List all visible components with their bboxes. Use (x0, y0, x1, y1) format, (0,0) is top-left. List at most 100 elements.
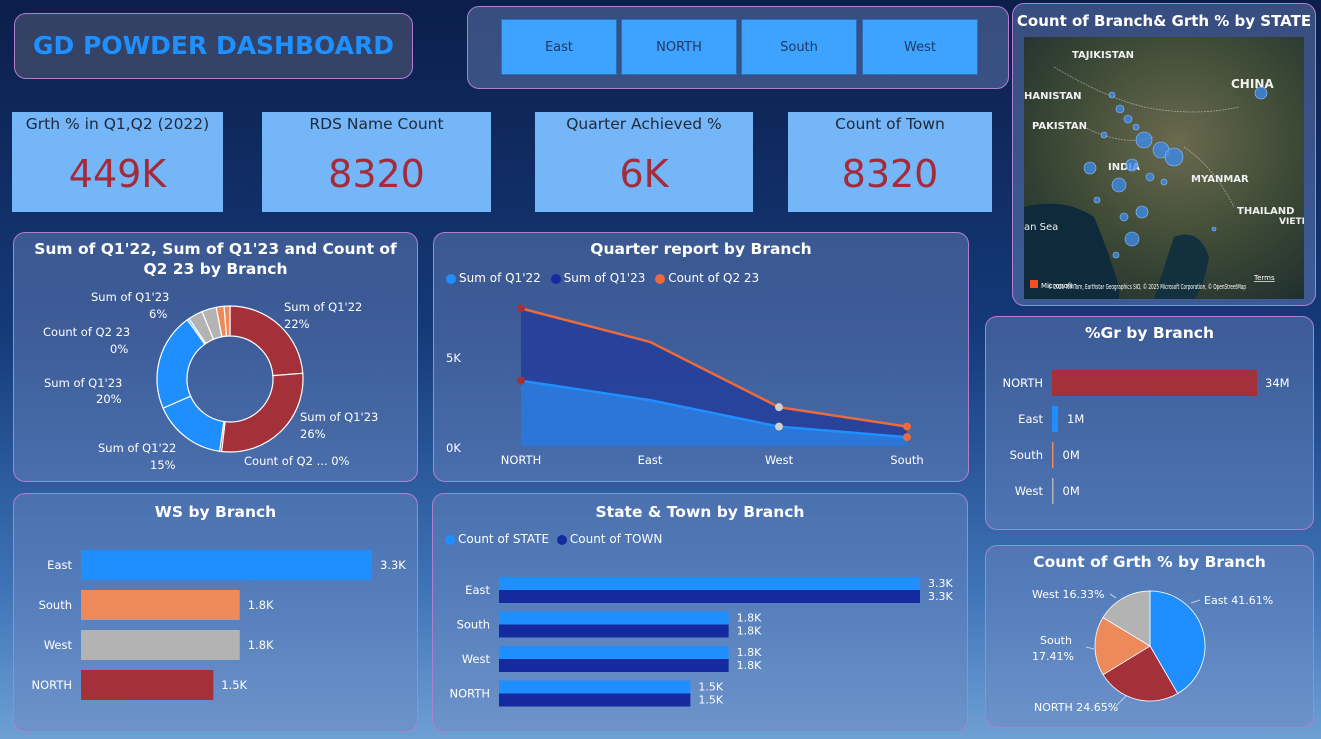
x-tick-label: East (638, 453, 663, 467)
value-label: 3.3K (380, 558, 406, 572)
map-title: Count of Branch& Grth % by STATE (1016, 12, 1312, 30)
category-label: NORTH (1003, 376, 1043, 390)
kpi-quarter-label: Quarter Achieved % (566, 115, 722, 133)
bar[interactable] (81, 670, 214, 700)
map-terms-link[interactable]: Terms (1253, 274, 1275, 282)
map-bubble[interactable] (1135, 131, 1153, 149)
map-label-afghanistan: HANISTAN (1024, 91, 1082, 102)
bar[interactable] (81, 630, 240, 660)
data-point[interactable] (517, 376, 525, 385)
quarter-panel: Quarter report by Branch Sum of Q1'22 Su… (433, 232, 969, 482)
kpi-rds-card: RDS Name Count 8320 (262, 112, 491, 212)
map-bubble[interactable] (1100, 131, 1108, 139)
donut-label: 15% (150, 458, 176, 472)
data-point[interactable] (775, 422, 783, 431)
donut-label: Sum of Q1'22 (284, 300, 362, 314)
bar[interactable] (1052, 442, 1054, 468)
map-label-vietnam: VIETN (1279, 217, 1304, 227)
map-bubble[interactable] (1160, 178, 1168, 186)
donut-label: 22% (284, 317, 310, 331)
map-label-tajikistan: TAJIKISTAN (1072, 50, 1134, 61)
slicer-west-button[interactable]: West (862, 19, 978, 75)
value-label: 1M (1067, 412, 1084, 426)
value-label: 34M (1265, 376, 1290, 390)
y-tick-label: 5K (446, 351, 461, 365)
map-bubble[interactable] (1211, 226, 1217, 232)
slicer-south-button[interactable]: South (741, 19, 857, 75)
data-point[interactable] (517, 304, 525, 313)
donut-label: 0% (110, 342, 128, 356)
map-bubble[interactable] (1123, 114, 1133, 124)
kpi-rds-label: RDS Name Count (309, 115, 444, 133)
value-label: 0M (1063, 448, 1080, 462)
map-label-pakistan: PAKISTAN (1032, 121, 1087, 132)
bar[interactable] (499, 611, 729, 625)
map-label-myanmar: MYANMAR (1191, 174, 1249, 185)
quarter-area-chart: 5K 0K NORTH East West South (446, 304, 924, 467)
bar[interactable] (499, 646, 729, 659)
map-bubble[interactable] (1083, 161, 1097, 175)
leader-line (1085, 646, 1095, 650)
slicer-north-button[interactable]: NORTH (621, 19, 737, 75)
donut-label: 20% (96, 392, 122, 406)
value-label: 0M (1063, 484, 1080, 498)
state-town-panel: State & Town by Branch Count of STATE Co… (432, 493, 968, 732)
pie-label-south: South (1040, 634, 1072, 647)
donut-label: Sum of Q1'23 (300, 410, 378, 424)
map-bubble[interactable] (1125, 158, 1139, 172)
data-point[interactable] (903, 422, 911, 431)
map-bubble[interactable] (1254, 86, 1268, 100)
map-view[interactable]: TAJIKISTAN CHINA HANISTAN PAKISTAN INDIA… (1024, 37, 1304, 299)
map-bubble[interactable] (1111, 177, 1127, 193)
kpi-quarter-value: 6K (619, 152, 669, 196)
value-label: 1.8K (248, 598, 274, 612)
pie-label-east: East 41.61% (1204, 594, 1273, 607)
bar[interactable] (1052, 406, 1059, 432)
map-bubble[interactable] (1119, 212, 1129, 222)
map-bubble[interactable] (1108, 91, 1116, 99)
bar[interactable] (1052, 370, 1257, 396)
value-label: 1.5K (698, 681, 723, 694)
donut-label: Sum of Q1'23 (44, 376, 122, 390)
data-point[interactable] (903, 433, 911, 442)
value-label: 1.5K (698, 694, 723, 707)
map-bubble[interactable] (1112, 251, 1120, 259)
pie-label-south-pct: 17.41% (1032, 650, 1074, 663)
bar[interactable] (499, 693, 691, 707)
bar[interactable] (1052, 478, 1054, 504)
map-bubble[interactable] (1164, 147, 1184, 167)
donut-label: Sum of Q1'22 (98, 441, 176, 455)
bar[interactable] (81, 550, 372, 580)
donut-label: 6% (149, 307, 167, 321)
x-tick-label: South (890, 453, 923, 467)
map-bubble[interactable] (1093, 196, 1101, 204)
leader-line (1109, 593, 1117, 599)
map-bubble[interactable] (1132, 123, 1140, 131)
map-bubble[interactable] (1124, 231, 1140, 247)
category-label: NORTH (450, 687, 490, 701)
map-bubble[interactable] (1115, 104, 1125, 114)
data-point[interactable] (775, 403, 783, 412)
slicer-east-button[interactable]: East (501, 19, 617, 75)
bar[interactable] (499, 659, 729, 672)
bar[interactable] (499, 577, 920, 590)
donut-slice[interactable] (220, 372, 304, 453)
ws-panel: WS by Branch East 3.3K South 1.8K West 1.8K NO… (13, 493, 418, 732)
state-map-panel: Count of Branch& Grth % by STATE TAJIKIS… (1012, 3, 1316, 306)
map-label-sea: an Sea (1024, 222, 1058, 233)
category-label: South (457, 618, 490, 632)
bar[interactable] (81, 590, 240, 620)
map-bubble[interactable] (1135, 205, 1149, 219)
category-label: West (1015, 484, 1044, 498)
category-label: NORTH (32, 678, 72, 692)
donut-chart: Sum of Q1'22 22% Sum of Q1'23 26% Count … (43, 290, 378, 472)
category-label: West (44, 638, 73, 652)
bar[interactable] (499, 590, 920, 603)
bar[interactable] (499, 624, 729, 638)
category-label: West (462, 652, 491, 666)
value-label: 1.8K (248, 638, 274, 652)
bar[interactable] (499, 680, 691, 694)
donut-panel: Sum of Q1'22, Sum of Q1'23 and Count of … (13, 232, 418, 482)
map-bubble[interactable] (1145, 172, 1155, 182)
kpi-town-label: Count of Town (835, 115, 945, 133)
